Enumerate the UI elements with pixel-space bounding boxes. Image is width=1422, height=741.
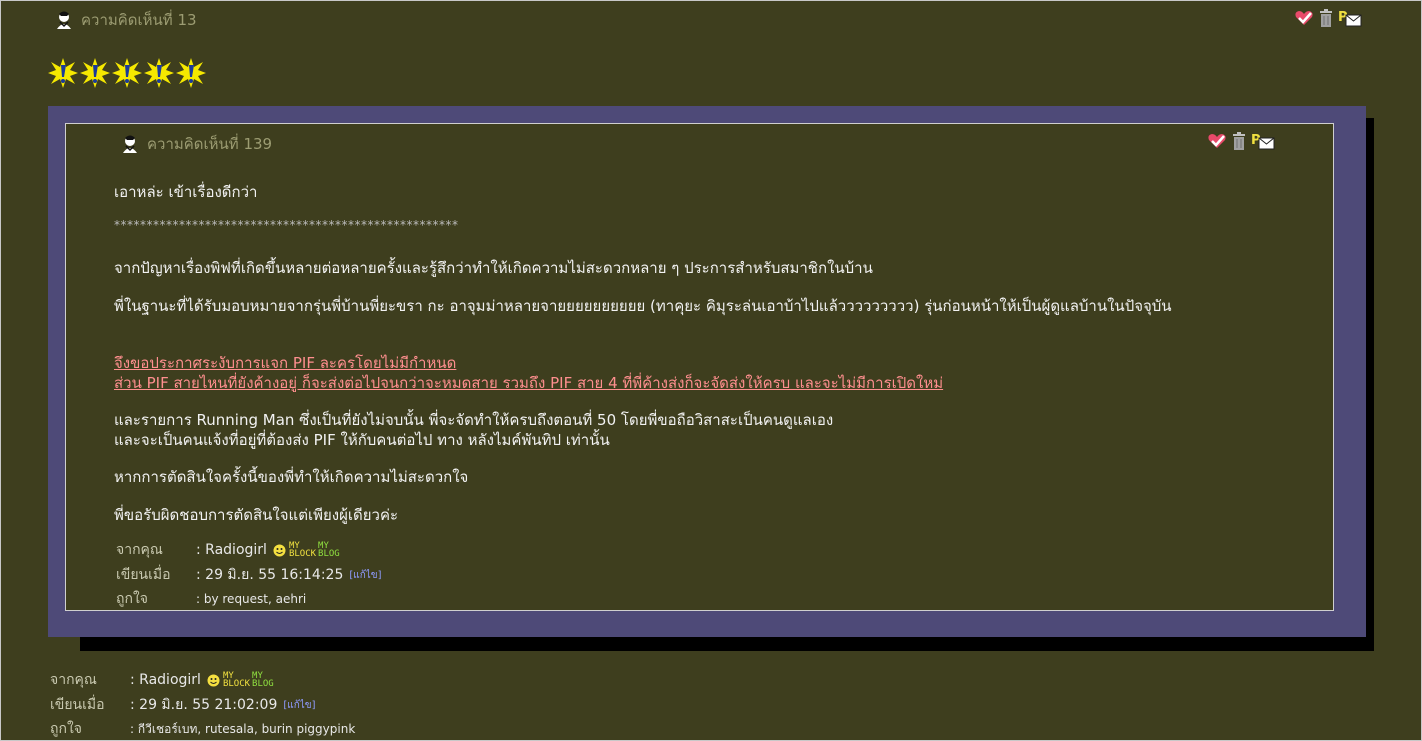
block-label: BLOCK xyxy=(288,549,317,559)
author-badges: MY BLOCK MY BLOG xyxy=(207,672,274,689)
paragraph-4: หากการตัดสินใจครั้งนี้ของพี่ทำให้เกิดควา… xyxy=(114,468,469,486)
time-label: เขียนเมื่อ xyxy=(116,567,171,583)
my-block-link[interactable]: MY BLOCK xyxy=(288,542,317,559)
comment-header: ความคิดเห็นที่ 13 xyxy=(55,8,197,32)
pm-mail-icon[interactable]: P xyxy=(1338,9,1362,27)
author-name[interactable]: : Radiogirl xyxy=(196,542,267,558)
likes-row: ถูกใจ : by request, aehri xyxy=(116,588,306,610)
paragraph-5: พี่ขอรับผิดชอบการตัดสินใจแต่เพียงผู้เดีย… xyxy=(114,506,399,524)
exclaim-burst-icon xyxy=(176,58,206,88)
blog-label: BLOG xyxy=(252,679,274,689)
quoted-comment: ความคิดเห็นที่ 139 P เอาหล่ะ เข้าเรื่องด… xyxy=(65,123,1334,611)
exclaim-burst-icon xyxy=(80,58,110,88)
paragraph-3b: และจะเป็นคนแจ้งที่อยู่ที่ต้องส่ง PIF ให้… xyxy=(114,431,610,449)
quoted-comment-number: ความคิดเห็นที่ 139 xyxy=(147,135,273,153)
time-label: เขียนเมื่อ xyxy=(50,697,105,713)
my-blog-link[interactable]: MY BLOG xyxy=(252,672,274,689)
exclaim-burst-icon xyxy=(112,58,142,88)
announcement-link-2[interactable]: ส่วน PIF สายไหนที่ยังค้างอยู่ ก็จะส่งต่อ… xyxy=(114,371,943,395)
user-icon xyxy=(123,135,137,153)
pm-mail-icon[interactable]: P xyxy=(1251,132,1275,150)
greeting-text: เอาหล่ะ เข้าเรื่องดีกว่า xyxy=(114,183,258,201)
quoted-comment-tools: P xyxy=(1207,132,1275,150)
like-check-icon[interactable] xyxy=(1294,9,1314,27)
emoticon-row xyxy=(48,58,206,88)
paragraph-2: พี่ในฐานะที่ได้รับมอบหมายจากรุ่นพี่บ้านพ… xyxy=(114,297,1172,315)
author-label: จากคุณ xyxy=(116,542,163,558)
author-name[interactable]: : Radiogirl xyxy=(130,672,201,688)
exclaim-burst-icon xyxy=(144,58,174,88)
paragraph-1: จากปัญหาเรื่องพิฟที่เกิดขึ้นหลายต่อหลายค… xyxy=(114,259,873,277)
likes-value: : กีวีเชอร์เบท, rutesala, burin piggypin… xyxy=(130,721,356,736)
quoted-comment-header: ความคิดเห็นที่ 139 xyxy=(121,132,272,156)
smiley-icon xyxy=(207,674,220,686)
trash-icon[interactable] xyxy=(1319,9,1333,27)
comment-tools: P xyxy=(1294,9,1362,27)
exclaim-burst-icon xyxy=(48,58,78,88)
author-row: จากคุณ : Radiogirl MY BLOCK MY BLOG xyxy=(50,669,274,691)
blog-label: BLOG xyxy=(318,549,340,559)
likes-label: ถูกใจ xyxy=(116,591,148,607)
author-badges: MY BLOCK MY BLOG xyxy=(273,542,340,559)
time-row: เขียนเมื่อ : 29 มิ.ย. 55 16:14:25 [แก้ไข… xyxy=(116,564,382,586)
my-blog-link[interactable]: MY BLOG xyxy=(318,542,340,559)
author-row: จากคุณ : Radiogirl MY BLOCK MY BLOG xyxy=(116,539,340,561)
author-label: จากคุณ xyxy=(50,672,97,688)
likes-label: ถูกใจ xyxy=(50,721,82,737)
trash-icon[interactable] xyxy=(1232,132,1246,150)
likes-row: ถูกใจ : กีวีเชอร์เบท, rutesala, burin pi… xyxy=(50,718,355,740)
block-label: BLOCK xyxy=(222,679,251,689)
likes-value: : by request, aehri xyxy=(196,592,307,606)
edit-link[interactable]: [แก้ไข] xyxy=(349,568,381,583)
time-value: : 29 มิ.ย. 55 21:02:09 xyxy=(130,697,278,713)
star-divider: ****************************************… xyxy=(114,218,459,232)
edit-link[interactable]: [แก้ไข] xyxy=(283,698,315,713)
my-block-link[interactable]: MY BLOCK xyxy=(222,672,251,689)
time-row: เขียนเมื่อ : 29 มิ.ย. 55 21:02:09 [แก้ไข… xyxy=(50,694,316,716)
time-value: : 29 มิ.ย. 55 16:14:25 xyxy=(196,567,344,583)
comment-number: ความคิดเห็นที่ 13 xyxy=(81,11,197,29)
user-icon xyxy=(57,11,71,29)
like-check-icon[interactable] xyxy=(1207,132,1227,150)
smiley-icon xyxy=(273,544,286,556)
